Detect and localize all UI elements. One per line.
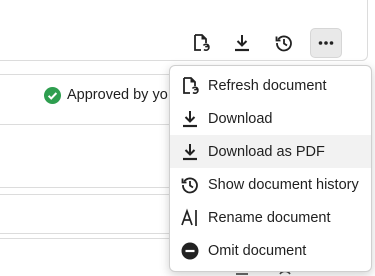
divider [0,238,172,239]
menu-item-download-as-pdf[interactable]: Download as PDF [170,135,371,168]
download-icon [180,142,200,162]
approval-status-label: Approved by yo [67,87,168,103]
menu-item-download[interactable]: Download [170,102,371,135]
refresh-document-icon [194,34,210,51]
history-icon [275,35,292,52]
menu-item-label: Rename document [208,209,331,226]
download-icon [235,35,249,52]
rename-icon [180,207,200,228]
more-horizontal-icon [318,41,334,45]
refresh-document-button[interactable] [185,28,217,58]
divider [0,74,172,75]
download-button[interactable] [226,28,258,58]
check-circle-icon [44,86,61,104]
menu-item-label: Download as PDF [208,143,325,160]
more-actions-menu: Refresh document Download Download as PD… [169,65,372,272]
refresh-document-icon [180,76,200,96]
download-icon [180,109,200,129]
menu-item-refresh-document[interactable]: Refresh document [170,69,371,102]
more-actions-button[interactable] [310,28,342,58]
menu-item-omit-document[interactable]: Omit document [170,234,371,267]
menu-item-label: Refresh document [208,77,327,94]
menu-item-label: Omit document [208,242,307,259]
approval-status: Approved by yo [44,85,168,105]
menu-item-label: Show document history [208,176,359,193]
history-icon [180,175,200,195]
menu-item-rename-document[interactable]: Rename document [170,201,371,234]
omit-icon [180,241,200,261]
menu-item-show-document-history[interactable]: Show document history [170,168,371,201]
document-history-button[interactable] [268,28,300,58]
menu-item-label: Download [208,110,273,127]
